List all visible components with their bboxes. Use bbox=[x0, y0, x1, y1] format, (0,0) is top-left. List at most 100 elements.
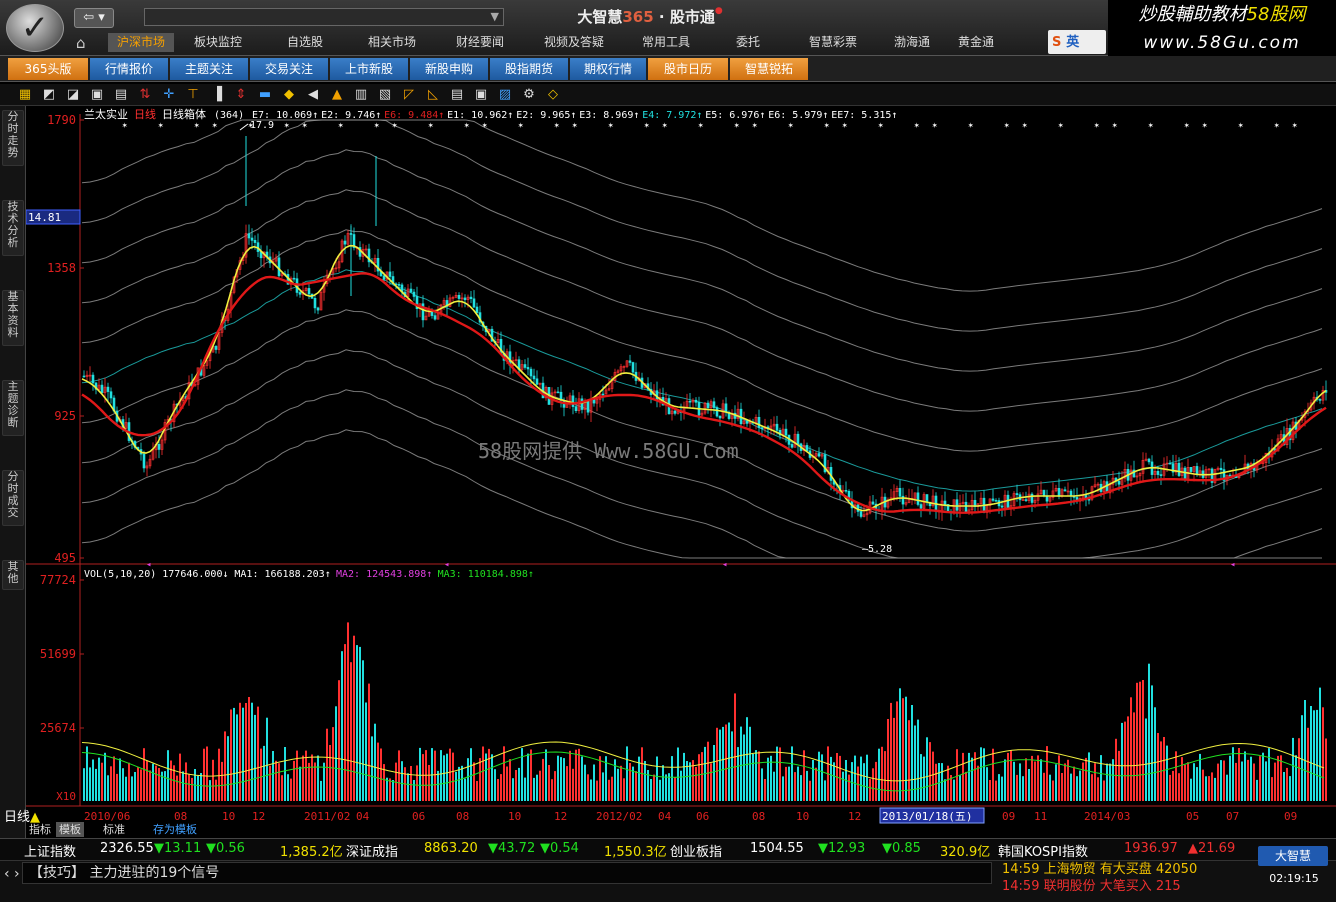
back-button[interactable]: ⇦ ▾ bbox=[74, 8, 114, 28]
tab-8[interactable]: 股市日历 bbox=[648, 58, 728, 80]
indicator-value-3: E1: 10.962↑ bbox=[447, 110, 513, 121]
bottom-tab-1[interactable]: 模板 bbox=[56, 822, 84, 837]
sidebar-item-3[interactable]: 主题诊断 bbox=[2, 380, 24, 436]
menu-item-2[interactable]: 自选股 bbox=[262, 33, 348, 52]
box-icon[interactable]: ▣ bbox=[88, 86, 106, 104]
sidebar-item-1[interactable]: 技术分析 bbox=[2, 200, 24, 256]
draw-angle-icon[interactable]: ◺ bbox=[424, 86, 442, 104]
nav-arrows[interactable]: ‹ › bbox=[4, 866, 20, 882]
tab-7[interactable]: 期权行情 bbox=[570, 58, 646, 80]
menu-item-7[interactable]: 委托 bbox=[708, 33, 788, 52]
volume-bar bbox=[1259, 756, 1261, 801]
watermark-text-b: 58股网 bbox=[1246, 4, 1306, 25]
volume-bar bbox=[602, 772, 604, 801]
tab-6[interactable]: 股指期货 bbox=[490, 58, 568, 80]
ticker-0-pct: ▼0.56 bbox=[206, 841, 245, 856]
bottom-tab-2[interactable]: 标准 bbox=[100, 822, 128, 837]
volume-bar bbox=[212, 759, 214, 801]
brand-button[interactable]: 大智慧 bbox=[1258, 846, 1328, 866]
bar-icon[interactable]: ▐ bbox=[208, 86, 226, 104]
message-icon[interactable]: ▣ bbox=[472, 86, 490, 104]
volume-bar bbox=[593, 764, 595, 801]
candle-body bbox=[142, 453, 146, 469]
volume-bar bbox=[848, 774, 850, 801]
line-icon[interactable]: ⊤ bbox=[184, 86, 202, 104]
draw-line-icon[interactable]: ◸ bbox=[400, 86, 418, 104]
menu-item-1[interactable]: 板块监控 bbox=[174, 33, 262, 52]
menu-item-3[interactable]: 相关市场 bbox=[348, 33, 436, 52]
volume-bar bbox=[572, 768, 574, 801]
menu-item-0[interactable]: 沪深市场 bbox=[108, 33, 174, 52]
stock-chart[interactable]: 1790135892549514.81兰太实业 日线 日线箱体 (364) E7: 10… bbox=[26, 106, 1336, 836]
volume-bar bbox=[590, 779, 592, 801]
crosshair-icon[interactable]: ✛ bbox=[160, 86, 178, 104]
tab-0[interactable]: 365头版 bbox=[8, 58, 88, 80]
tab-9[interactable]: 智慧锐拓 bbox=[730, 58, 808, 80]
settings-icon[interactable]: ⚙ bbox=[520, 86, 538, 104]
menu-item-6[interactable]: 常用工具 bbox=[624, 33, 708, 52]
volume-bar bbox=[536, 774, 538, 801]
ticker-0-change: ▼13.11 bbox=[154, 841, 202, 856]
mark-icon[interactable]: ◆ bbox=[280, 86, 298, 104]
volume-bar bbox=[524, 777, 526, 801]
list-icon[interactable]: ▤ bbox=[112, 86, 130, 104]
ticker-2-name[interactable]: 创业板指 bbox=[670, 841, 722, 860]
candle-body bbox=[1057, 487, 1061, 497]
zoom-icon[interactable]: ◩ bbox=[40, 86, 58, 104]
bottom-tab-0[interactable]: 指标 bbox=[26, 822, 54, 837]
volume-bar bbox=[1004, 759, 1006, 801]
grid-icon[interactable]: ▦ bbox=[16, 86, 34, 104]
tab-1[interactable]: 行情报价 bbox=[90, 58, 168, 80]
news-item-2[interactable]: 14:59 联明股份 大笔买入 215 bbox=[1002, 875, 1252, 894]
adjust-icon[interactable]: ⇅ bbox=[136, 86, 154, 104]
zoom-out-icon[interactable]: ◪ bbox=[64, 86, 82, 104]
table-icon[interactable]: ▥ bbox=[352, 86, 370, 104]
tab-3[interactable]: 交易关注 bbox=[250, 58, 328, 80]
x-label-10: 2012/02 bbox=[596, 810, 642, 823]
chevron-down-icon[interactable]: ▼ bbox=[491, 9, 499, 25]
sidebar-item-2[interactable]: 基本资料 bbox=[2, 290, 24, 346]
menu-item-4[interactable]: 财经要闻 bbox=[436, 33, 524, 52]
tab-2[interactable]: 主题关注 bbox=[170, 58, 248, 80]
address-combobox[interactable]: ▼ bbox=[144, 8, 504, 26]
bottom-tab-3[interactable]: 存为模板 bbox=[150, 822, 200, 837]
x-label-16: 2013/01/18(五) bbox=[882, 810, 972, 823]
left-icon[interactable]: ◀ bbox=[304, 86, 322, 104]
volume-bar bbox=[1298, 738, 1300, 801]
volume-bar bbox=[185, 762, 187, 801]
menu-item-9[interactable]: 渤海通 bbox=[878, 33, 946, 52]
volume-bar bbox=[1199, 753, 1201, 801]
menu-item-8[interactable]: 智慧彩票 bbox=[788, 33, 878, 52]
divider-marker-2: ◂ bbox=[722, 560, 727, 570]
layer-icon[interactable]: ▧ bbox=[376, 86, 394, 104]
volume-bar bbox=[518, 767, 520, 801]
range-icon[interactable]: ⇕ bbox=[232, 86, 250, 104]
stats-icon[interactable]: ▨ bbox=[496, 86, 514, 104]
volume-bar bbox=[899, 688, 901, 801]
ruler-icon[interactable]: ▬ bbox=[256, 86, 274, 104]
ticker-0-name[interactable]: 上证指数 bbox=[24, 841, 76, 860]
volume-bar bbox=[401, 761, 403, 801]
tab-5[interactable]: 新股申购 bbox=[410, 58, 488, 80]
diamond-icon[interactable]: ◇ bbox=[544, 86, 562, 104]
home-icon[interactable]: ⌂ bbox=[76, 34, 98, 52]
ime-indicator[interactable]: S 英 bbox=[1048, 30, 1106, 54]
volume-bar bbox=[1037, 755, 1039, 801]
x-label-4: 2011/02 bbox=[304, 810, 350, 823]
menu-item-5[interactable]: 视频及答疑 bbox=[524, 33, 624, 52]
up-icon[interactable]: ▲ bbox=[328, 86, 346, 104]
volume-bar bbox=[1217, 763, 1219, 801]
signal-star-21: ✶ bbox=[752, 121, 758, 131]
menu-item-10[interactable]: 黄金通 bbox=[946, 33, 1006, 52]
note-icon[interactable]: ▤ bbox=[448, 86, 466, 104]
news-item-1[interactable]: 14:59 上海物贸 有大买盘 42050 bbox=[1002, 858, 1252, 877]
sidebar-item-0[interactable]: 分时走势 bbox=[2, 110, 24, 166]
volume-bar bbox=[302, 755, 304, 801]
ticker-1-name[interactable]: 深证成指 bbox=[346, 841, 398, 860]
sidebar-item-4[interactable]: 分时成交 bbox=[2, 470, 24, 526]
candle-body bbox=[574, 406, 578, 412]
tab-4[interactable]: 上市新股 bbox=[330, 58, 408, 80]
sidebar-item-5[interactable]: 其他 bbox=[2, 560, 24, 590]
tip-bar[interactable]: 【技巧】 主力进驻的19个信号 bbox=[22, 862, 992, 884]
x-label-14: 10 bbox=[796, 810, 809, 823]
